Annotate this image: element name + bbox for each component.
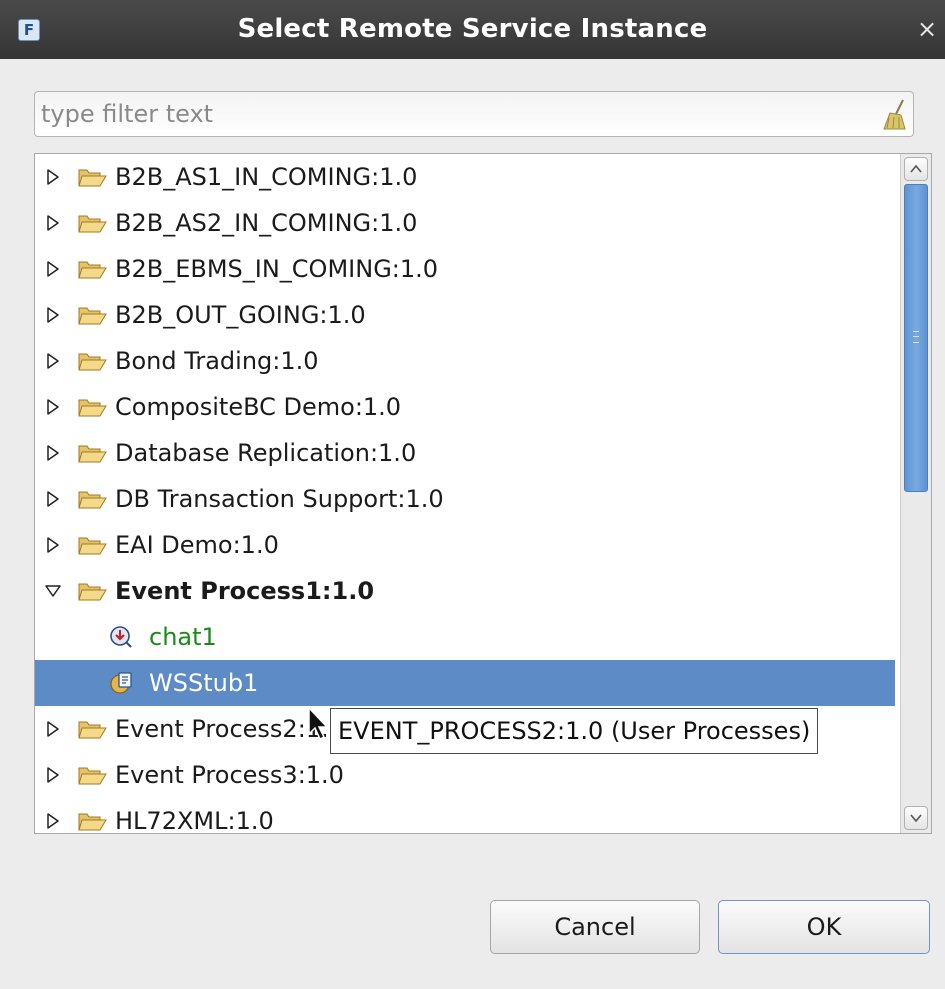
tree-folder-item[interactable]: Event Process3:1.0 <box>35 752 895 798</box>
grip-icon <box>913 331 919 343</box>
folder-icon <box>78 721 107 739</box>
folder-icon <box>78 353 107 371</box>
chat-service-icon <box>110 626 132 648</box>
chevron-down-icon <box>910 814 922 823</box>
collapsed-arrow-icon[interactable] <box>45 767 61 783</box>
tree-folder-item[interactable]: Bond Trading:1.0 <box>35 338 895 384</box>
scroll-up-button[interactable] <box>904 157 928 181</box>
chevron-up-icon <box>910 164 922 173</box>
close-icon[interactable]: × <box>915 17 939 42</box>
collapsed-arrow-icon[interactable] <box>45 307 61 323</box>
tooltip: EVENT_PROCESS2:1.0 (User Processes) <box>330 708 819 754</box>
scroll-down-button[interactable] <box>904 806 928 830</box>
tree-folder-item[interactable]: B2B_OUT_GOING:1.0 <box>35 292 895 338</box>
tree-item-label: Event Process1:1.0 <box>115 577 375 605</box>
folder-icon <box>78 537 107 555</box>
folder-icon <box>78 813 107 831</box>
folder-icon <box>78 491 107 509</box>
tree-folder-item[interactable]: B2B_AS2_IN_COMING:1.0 <box>35 200 895 246</box>
folder-icon <box>78 399 107 417</box>
tree-folder-item[interactable]: B2B_EBMS_IN_COMING:1.0 <box>35 246 895 292</box>
collapsed-arrow-icon[interactable] <box>45 169 61 185</box>
tree-item-label: B2B_EBMS_IN_COMING:1.0 <box>115 255 439 283</box>
ok-button[interactable]: OK <box>718 900 930 954</box>
tree-folder-item[interactable]: DB Transaction Support:1.0 <box>35 476 895 522</box>
wsstub-service-icon <box>110 672 132 694</box>
collapsed-arrow-icon[interactable] <box>45 721 61 737</box>
collapsed-arrow-icon[interactable] <box>45 445 61 461</box>
tree-item-label: CompositeBC Demo:1.0 <box>115 393 402 421</box>
collapsed-arrow-icon[interactable] <box>45 215 61 231</box>
folder-icon <box>78 583 107 601</box>
filter-field[interactable] <box>34 91 914 137</box>
folder-icon <box>78 307 107 325</box>
collapsed-arrow-icon[interactable] <box>45 399 61 415</box>
folder-icon <box>78 261 107 279</box>
tree-item-label: B2B_AS2_IN_COMING:1.0 <box>115 209 418 237</box>
folder-icon <box>78 445 107 463</box>
tree-item-label: Database Replication:1.0 <box>115 439 417 467</box>
title-bar[interactable]: F Select Remote Service Instance × <box>0 0 945 59</box>
tree-item-label: EAI Demo:1.0 <box>115 531 279 559</box>
collapsed-arrow-icon[interactable] <box>45 491 61 507</box>
tree-folder-item[interactable]: Event Process1:1.0 <box>35 568 895 614</box>
tree-item-label: Event Process3:1.0 <box>115 761 344 789</box>
vertical-scrollbar[interactable] <box>900 154 931 833</box>
tree-folder-item[interactable]: Database Replication:1.0 <box>35 430 895 476</box>
collapsed-arrow-icon[interactable] <box>45 813 61 829</box>
cancel-button[interactable]: Cancel <box>490 900 700 954</box>
tree-folder-item[interactable]: B2B_AS1_IN_COMING:1.0 <box>35 154 895 200</box>
mouse-cursor-icon <box>308 706 329 741</box>
tree-folder-item[interactable]: CompositeBC Demo:1.0 <box>35 384 895 430</box>
tree-service-item[interactable]: chat1 <box>35 614 895 660</box>
tree-item-label: B2B_OUT_GOING:1.0 <box>115 301 366 329</box>
dialog-title: Select Remote Service Instance <box>237 14 708 44</box>
tree-folder-item[interactable]: EAI Demo:1.0 <box>35 522 895 568</box>
tree-item-label: DB Transaction Support:1.0 <box>115 485 444 513</box>
expanded-arrow-icon[interactable] <box>45 583 61 599</box>
tree-item-label: HL72XML:1.0 <box>115 807 274 834</box>
tree-item-label: WSStub1 <box>149 669 259 697</box>
tree-folder-item[interactable]: HL72XML:1.0 <box>35 798 895 834</box>
scroll-thumb[interactable] <box>904 184 928 492</box>
tree-service-item[interactable]: WSStub1 <box>35 660 895 706</box>
tree-item-label: chat1 <box>149 623 217 651</box>
collapsed-arrow-icon[interactable] <box>45 353 61 369</box>
tree-item-label: Bond Trading:1.0 <box>115 347 319 375</box>
folder-icon <box>78 215 107 233</box>
filter-input[interactable] <box>41 96 861 132</box>
tree-item-label: B2B_AS1_IN_COMING:1.0 <box>115 163 418 191</box>
broom-clear-icon[interactable] <box>881 98 909 132</box>
collapsed-arrow-icon[interactable] <box>45 537 61 553</box>
folder-icon <box>78 767 107 785</box>
collapsed-arrow-icon[interactable] <box>45 261 61 277</box>
folder-icon <box>78 169 107 187</box>
